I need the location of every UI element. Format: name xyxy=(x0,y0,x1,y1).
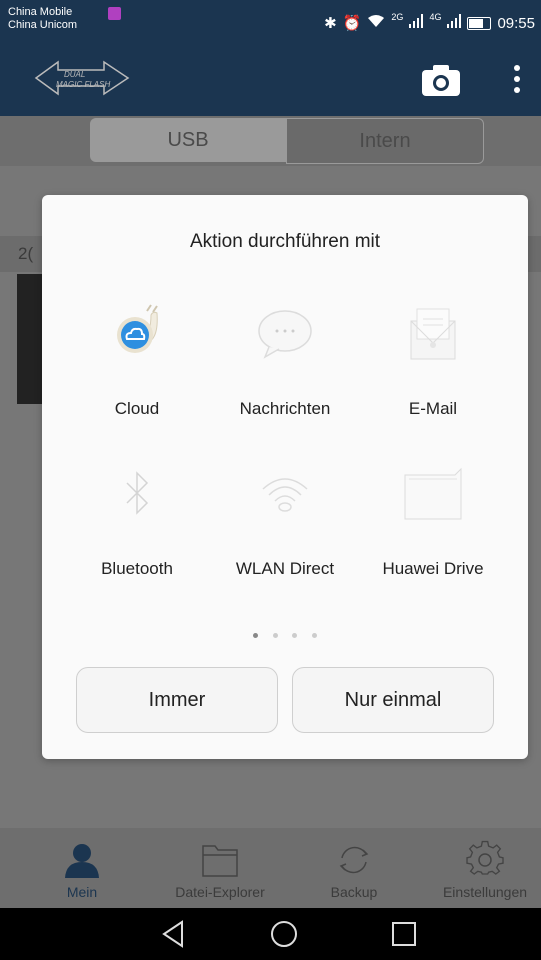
camera-icon[interactable] xyxy=(420,62,462,98)
folder-icon xyxy=(404,467,462,520)
sync-icon xyxy=(339,846,369,874)
cloud-snail-icon xyxy=(117,304,158,353)
alarm-icon: ⏰ xyxy=(342,15,362,32)
bluetooth-status-icon: ✱ xyxy=(324,15,337,32)
clock: 09:55 xyxy=(497,14,535,32)
signal-icon-2 xyxy=(447,14,462,32)
tab-label-datei-explorer: Datei-Explorer xyxy=(175,884,265,900)
carrier-1: China Mobile xyxy=(8,6,73,18)
message-bubble-icon xyxy=(258,310,312,359)
app-item-email[interactable]: E-Mail xyxy=(358,303,508,419)
app-item-nachrichten[interactable]: Nachrichten xyxy=(210,303,360,419)
tab-label-einstellungen: Einstellungen xyxy=(442,884,528,900)
page-dot-1 xyxy=(253,633,259,638)
just-once-button[interactable]: Nur einmal xyxy=(292,667,494,733)
tab-einstellungen[interactable]: Einstellungen xyxy=(430,828,540,908)
system-nav-bar xyxy=(0,908,541,960)
app-label-bluetooth: Bluetooth xyxy=(101,559,173,578)
person-icon xyxy=(65,844,99,878)
app-label-email: E-Mail xyxy=(408,399,458,418)
page-dot-2 xyxy=(272,633,278,638)
carrier-2: China Unicom xyxy=(8,19,78,31)
email-envelope-icon xyxy=(410,308,456,360)
app-label-wlan-direct: WLAN Direct xyxy=(235,559,335,578)
dual-magic-flash-logo: DUAL MAGIC FLASH xyxy=(34,60,130,96)
gear-icon xyxy=(466,840,504,875)
more-vert-icon[interactable] xyxy=(508,62,526,98)
logo-text-magic-flash: MAGIC FLASH xyxy=(56,80,110,89)
app-item-cloud[interactable]: Cloud xyxy=(62,303,212,419)
app-item-huawei-drive[interactable]: Huawei Drive xyxy=(358,463,508,579)
net-2g-label: 2G xyxy=(391,12,404,22)
battery-icon xyxy=(467,16,492,30)
tab-backup[interactable]: Backup xyxy=(314,828,394,908)
tab-label-mein: Mein xyxy=(66,884,98,900)
folder-tab-icon xyxy=(202,845,238,877)
photo-thumbnail xyxy=(17,274,45,404)
bottom-tab-bar: Mein Datei-Explorer Backup Einstellungen xyxy=(0,828,541,908)
tab-label-backup: Backup xyxy=(330,884,378,900)
page-dot-3 xyxy=(292,633,298,638)
status-icons: ✱ ⏰ 2G 4G 09:55 xyxy=(324,12,535,32)
storage-segment-bar: USB Intern xyxy=(0,116,541,166)
app-label-cloud: Cloud xyxy=(114,399,160,418)
logo-text-dual: DUAL xyxy=(64,70,85,79)
page-dot-4 xyxy=(311,633,317,638)
home-nav-icon[interactable] xyxy=(264,918,304,950)
app-label-huawei-drive: Huawei Drive xyxy=(382,559,484,578)
carrier-info: China Mobile China Unicom xyxy=(8,6,77,32)
segment-usb[interactable]: USB xyxy=(90,118,286,162)
app-label-nachrichten: Nachrichten xyxy=(239,399,331,418)
app-item-wlan-direct[interactable]: WLAN Direct xyxy=(210,463,360,579)
tab-mein[interactable]: Mein xyxy=(40,828,124,908)
always-button[interactable]: Immer xyxy=(76,667,278,733)
back-nav-icon[interactable] xyxy=(154,918,194,950)
recent-apps-nav-icon[interactable] xyxy=(384,918,424,950)
bluetooth-icon xyxy=(126,471,149,515)
gallery-notification-icon xyxy=(108,7,121,20)
date-header-fragment: 2( xyxy=(18,244,34,263)
signal-icon-1 xyxy=(409,14,424,32)
wifi-status-icon xyxy=(367,14,385,32)
net-4g-label: 4G xyxy=(429,12,442,22)
status-bar: China Mobile China Unicom ✱ ⏰ 2G 4G 09:5… xyxy=(0,0,541,48)
dialog-title: Aktion durchführen mit xyxy=(189,231,381,252)
app-item-bluetooth[interactable]: Bluetooth xyxy=(62,463,212,579)
tab-datei-explorer[interactable]: Datei-Explorer xyxy=(160,828,280,908)
page-indicator xyxy=(42,625,528,643)
share-dialog: Aktion durchführen mit Cloud Nachrichten xyxy=(42,195,528,759)
wifi-direct-icon xyxy=(262,478,308,512)
app-bar: DUAL MAGIC FLASH xyxy=(0,48,541,116)
segment-intern[interactable]: Intern xyxy=(286,118,484,164)
